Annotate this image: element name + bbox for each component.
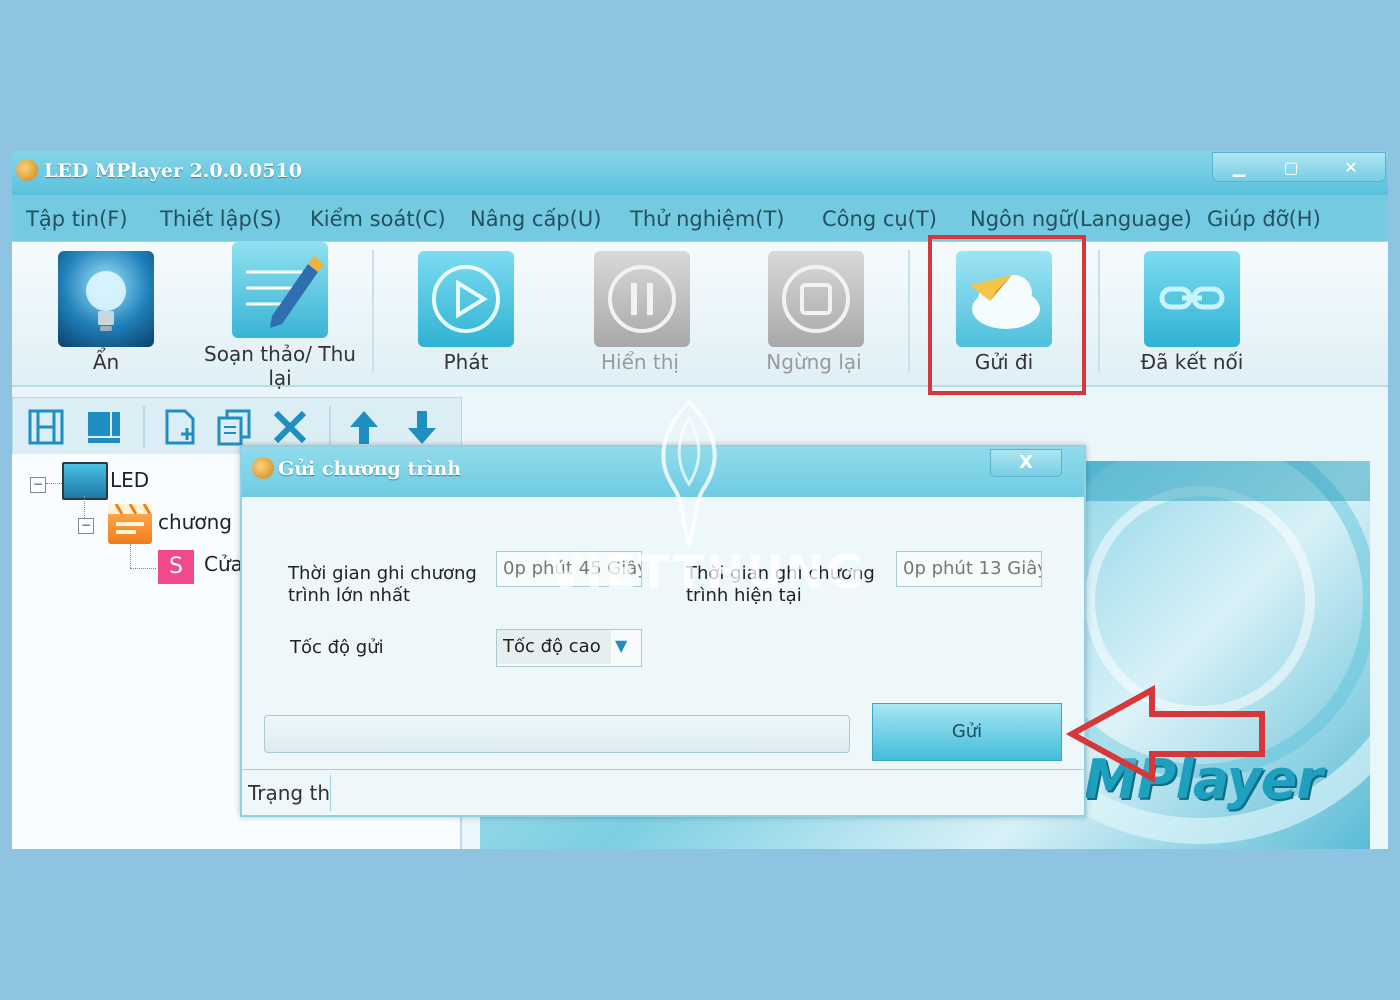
toolbar-separator — [908, 250, 910, 372]
menu-file[interactable]: Tập tin(F) — [26, 207, 128, 231]
new-page-icon[interactable] — [161, 408, 199, 446]
menu-language[interactable]: Ngôn ngữ(Language) — [970, 207, 1192, 231]
edit-label-line2: lại — [268, 366, 292, 390]
title-bar[interactable]: LED MPlayer 2.0.0.0510 ▁ ▢ ✕ — [12, 151, 1388, 195]
arrow-up-icon[interactable] — [345, 408, 383, 446]
toolbar-separator — [329, 406, 331, 448]
toolbar-separator — [372, 250, 374, 372]
display-label: Hiển thị — [600, 350, 679, 374]
film-icon[interactable] — [27, 408, 65, 446]
highlight-box — [928, 235, 1086, 395]
minimize-icon: ▁ — [1232, 157, 1246, 177]
menu-upgrade[interactable]: Nâng cấp(U) — [470, 207, 601, 231]
tree-item-window[interactable]: Cửa — [204, 552, 243, 576]
stop-button[interactable]: Ngừng lại — [734, 242, 894, 382]
chevron-down-icon: ▼ — [615, 636, 628, 655]
status-divider — [330, 775, 331, 811]
status-label: Trạng th — [248, 781, 331, 805]
close-icon: ✕ — [1344, 157, 1358, 177]
tree-connector — [46, 483, 62, 484]
menu-bar: Tập tin(F) Thiết lập(S) Kiểm soát(C) Nân… — [12, 195, 1388, 242]
menu-control[interactable]: Kiểm soát(C) — [310, 207, 446, 231]
maximize-icon: ▢ — [1283, 157, 1299, 177]
max-time-label-line1: Thời gian ghi chương — [288, 563, 477, 584]
dialog-logo-icon — [252, 457, 274, 479]
max-time-label-line2: trình lớn nhất — [288, 585, 411, 606]
menu-test[interactable]: Thử nghiệm(T) — [630, 207, 785, 231]
layout-icon[interactable] — [85, 408, 123, 446]
delete-icon[interactable] — [271, 408, 309, 446]
link-icon — [1144, 251, 1240, 347]
dialog-close-button[interactable]: X — [990, 449, 1062, 477]
speed-select[interactable]: Tốc độ cao ▼ — [496, 629, 642, 667]
hide-label: Ẩn — [92, 350, 120, 374]
collapse-icon[interactable]: − — [78, 518, 94, 534]
play-label: Phát — [443, 350, 489, 374]
dialog-title: Gửi chương trình — [278, 458, 462, 480]
send-confirm-button[interactable]: Gửi — [872, 703, 1062, 761]
tree-connector — [130, 568, 156, 569]
tree-item-program[interactable]: chương — [158, 510, 232, 534]
tree-connector — [130, 544, 131, 568]
clapperboard-icon — [108, 503, 152, 544]
stop-icon — [768, 251, 864, 347]
close-button[interactable]: ✕ — [1317, 153, 1385, 181]
send-progress-bar — [264, 715, 850, 753]
stop-label: Ngừng lại — [766, 350, 862, 374]
window-title: LED MPlayer 2.0.0.0510 — [44, 160, 302, 182]
minimize-button[interactable]: ▁ — [1213, 153, 1265, 181]
window-controls: ▁ ▢ ✕ — [1212, 152, 1386, 182]
copy-icon[interactable] — [215, 408, 253, 446]
menu-tools[interactable]: Công cụ(T) — [822, 207, 937, 231]
toolbar-separator — [1098, 250, 1100, 372]
speed-label: Tốc độ gửi — [290, 637, 384, 658]
red-arrow-annotation — [1065, 684, 1270, 790]
menu-help[interactable]: Giúp đỡ(H) — [1207, 207, 1321, 231]
lightbulb-icon — [58, 251, 154, 347]
watermark-logo — [644, 398, 734, 551]
play-button[interactable]: Phát — [386, 242, 546, 382]
menu-settings[interactable]: Thiết lập(S) — [160, 207, 282, 231]
edit-label-line1: Soạn thảo/ Thu — [204, 342, 356, 366]
current-time-field: 0p phút 13 Giây — [896, 551, 1042, 587]
pencil-icon — [232, 242, 328, 338]
app-logo-icon — [16, 159, 38, 181]
connected-button[interactable]: Đã kết nối — [1112, 242, 1272, 382]
maximize-button[interactable]: ▢ — [1265, 153, 1317, 181]
arrow-down-icon[interactable] — [403, 408, 441, 446]
display-button[interactable]: Hiển thị — [560, 242, 720, 382]
status-divider — [242, 769, 1084, 770]
play-icon — [418, 251, 514, 347]
speed-select-value: Tốc độ cao — [497, 630, 611, 664]
tree-connector — [84, 496, 85, 518]
connected-label: Đã kết nối — [1140, 350, 1244, 374]
tree-item-led[interactable]: LED — [110, 468, 149, 492]
led-screen-icon — [62, 462, 108, 500]
window-s-icon: S — [158, 550, 194, 584]
pause-icon — [594, 251, 690, 347]
main-toolbar: Ẩn Soạn thảo/ Thu lại Phát Hiển thị Ngừn… — [12, 242, 1388, 390]
edit-button[interactable]: Soạn thảo/ Thu lại — [196, 242, 364, 390]
watermark-text: VIETTHUNG — [548, 545, 867, 599]
collapse-icon[interactable]: − — [30, 477, 46, 493]
toolbar-separator — [143, 406, 145, 448]
hide-button[interactable]: Ẩn — [26, 242, 186, 382]
